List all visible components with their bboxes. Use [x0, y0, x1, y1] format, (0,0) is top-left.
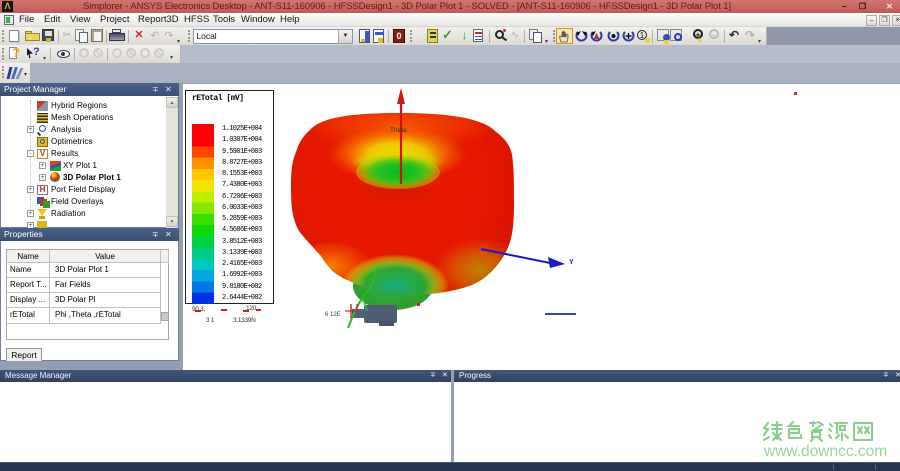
- svg-text:Y: Y: [569, 259, 574, 266]
- svg-text:6 12E: 6 12E: [325, 312, 341, 318]
- svg-text:Theta: Theta: [390, 127, 407, 134]
